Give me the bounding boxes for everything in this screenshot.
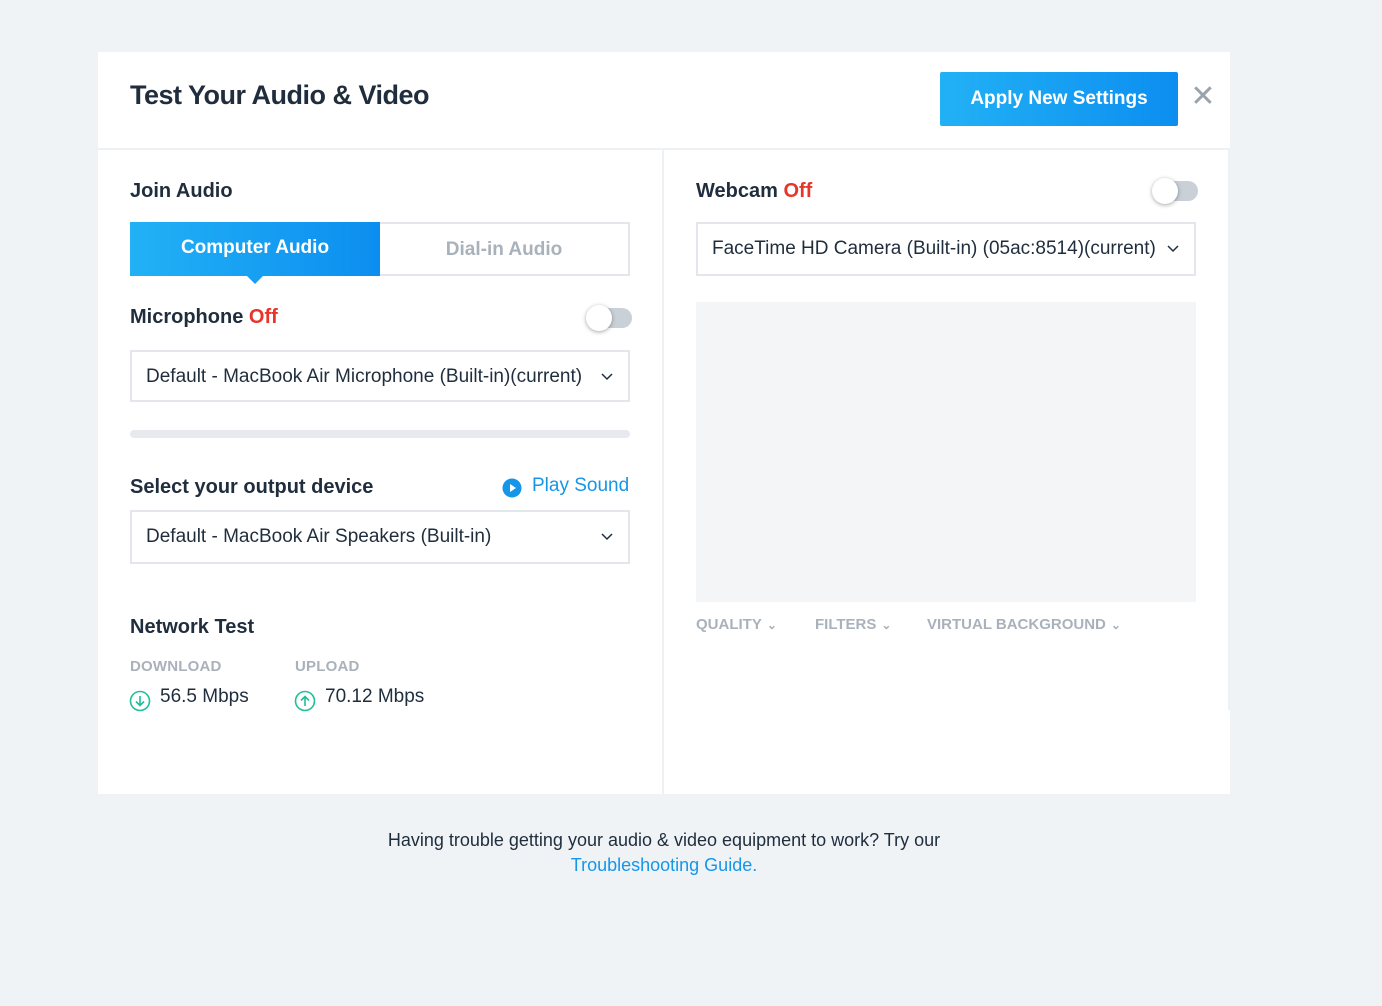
close-icon[interactable]: ✕ bbox=[1190, 82, 1216, 112]
tab-virtual-background[interactable]: VIRTUAL BACKGROUND ⌄ bbox=[927, 616, 1121, 633]
microphone-label: Microphone Off bbox=[130, 306, 278, 329]
audio-mode-switch: Computer Audio Dial-in Audio bbox=[130, 222, 630, 284]
toggle-knob bbox=[1152, 178, 1178, 204]
output-device-label: Select your output device bbox=[130, 476, 374, 498]
microphone-state: Off bbox=[248, 306, 278, 328]
chevron-down-icon: ⌄ bbox=[881, 618, 892, 632]
play-sound-label: Play Sound bbox=[532, 475, 630, 496]
help-footer: Having trouble getting your audio & vide… bbox=[0, 830, 1328, 876]
join-audio-heading: Join Audio bbox=[130, 180, 233, 202]
modal-title: Test Your Audio & Video bbox=[130, 80, 430, 110]
tab-quality[interactable]: QUALITY ⌄ bbox=[696, 616, 777, 633]
microphone-device: Default - MacBook Air Microphone (Built-… bbox=[146, 366, 583, 387]
tab-dial-in-audio[interactable]: Dial-in Audio bbox=[380, 222, 630, 276]
webcam-toggle[interactable] bbox=[1152, 178, 1198, 204]
chevron-down-icon bbox=[1167, 245, 1179, 253]
network-test-heading: Network Test bbox=[130, 616, 255, 638]
output-device: Default - MacBook Air Speakers (Built-in… bbox=[146, 526, 492, 547]
chevron-down-icon bbox=[601, 373, 613, 381]
help-text: Having trouble getting your audio & vide… bbox=[387, 830, 941, 850]
webcam-label-text: Webcam bbox=[696, 180, 778, 202]
upload-arrow-icon bbox=[294, 690, 316, 712]
chevron-down-icon bbox=[601, 533, 613, 541]
tab-quality-label: QUALITY bbox=[696, 616, 762, 633]
webcam-select[interactable]: FaceTime HD Camera (Built-in) (05ac:8514… bbox=[696, 222, 1196, 276]
chevron-down-icon: ⌄ bbox=[766, 618, 777, 632]
toggle-knob bbox=[586, 305, 612, 331]
tab-filters-label: FILTERS bbox=[815, 616, 877, 633]
microphone-label-text: Microphone bbox=[130, 306, 244, 328]
webcam-state: Off bbox=[783, 180, 813, 202]
microphone-level-meter bbox=[130, 430, 630, 438]
tab-filters[interactable]: FILTERS ⌄ bbox=[815, 616, 891, 633]
modal-header: Test Your Audio & Video Apply New Settin… bbox=[98, 52, 1230, 150]
webcam-preview bbox=[696, 302, 1196, 602]
tab-virtual-background-label: VIRTUAL BACKGROUND bbox=[927, 616, 1106, 633]
column-divider bbox=[662, 150, 664, 794]
webcam-label: Webcam Off bbox=[696, 180, 812, 203]
microphone-select[interactable]: Default - MacBook Air Microphone (Built-… bbox=[130, 350, 630, 402]
right-border bbox=[1228, 150, 1230, 710]
troubleshooting-link[interactable]: Troubleshooting Guide. bbox=[571, 855, 757, 875]
download-arrow-icon bbox=[129, 690, 151, 712]
audio-video-test-modal: Test Your Audio & Video Apply New Settin… bbox=[98, 52, 1230, 794]
tab-computer-audio[interactable]: Computer Audio bbox=[130, 222, 380, 284]
download-speed: 56.5 Mbps bbox=[160, 686, 249, 707]
microphone-toggle[interactable] bbox=[586, 305, 632, 331]
chevron-down-icon: ⌄ bbox=[1110, 618, 1121, 632]
apply-settings-button[interactable]: Apply New Settings bbox=[940, 72, 1178, 126]
output-device-select[interactable]: Default - MacBook Air Speakers (Built-in… bbox=[130, 510, 630, 564]
webcam-device: FaceTime HD Camera (Built-in) (05ac:8514… bbox=[712, 238, 1156, 259]
download-label: DOWNLOAD bbox=[130, 658, 222, 675]
upload-speed: 70.12 Mbps bbox=[325, 686, 425, 707]
upload-label: UPLOAD bbox=[295, 658, 360, 675]
play-circle-icon bbox=[502, 478, 522, 498]
